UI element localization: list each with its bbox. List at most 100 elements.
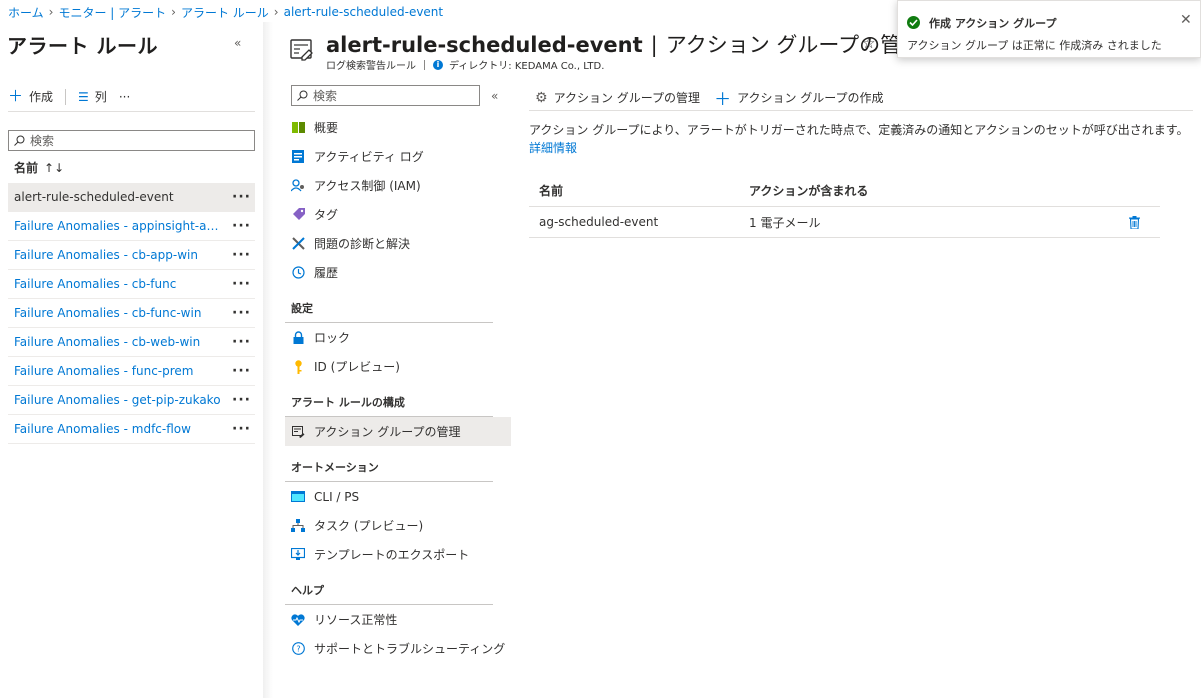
menu-item-identity[interactable]: ID (プレビュー) [285,352,511,381]
header-name: 名前 [539,183,564,198]
resource-health-icon [291,613,305,627]
menu-item-label: タスク (プレビュー) [314,519,424,533]
export-template-icon [291,548,305,562]
search-icon [14,135,25,146]
close-icon[interactable]: ✕ [1180,13,1192,27]
menu-item-label: アクセス制御 (IAM) [314,179,421,193]
breadcrumb-alert-rules[interactable]: アラート ルール [181,4,269,21]
menu-item-support[interactable]: ? サポートとトラブルシューティング [285,634,511,663]
menu-item-iam[interactable]: アクセス制御 (IAM) [285,171,511,200]
menu-item-overview[interactable]: 概要 [285,113,511,142]
action-groups-table: 名前 アクションが含まれる ag-scheduled-event 1 電子メール [529,174,1160,238]
alert-rules-list: alert-rule-scheduled-event ··· Failure A… [8,183,255,444]
manage-action-groups-button[interactable]: ⚙ アクション グループの管理 [535,89,700,106]
iam-icon [291,179,305,193]
menu-item-history[interactable]: 履歴 [285,258,511,287]
columns-button[interactable]: ☰ 列 [78,88,107,105]
chevron-right-icon: › [171,5,176,19]
more-icon[interactable]: ··· [232,392,251,408]
alert-rule-name: Failure Anomalies - appinsight-app··· [14,219,224,233]
list-item[interactable]: Failure Anomalies - appinsight-app··· ··… [8,212,255,241]
more-icon[interactable]: ··· [232,218,251,234]
menu-item-label: タグ [314,208,339,222]
more-icon: ··· [118,89,131,104]
list-item[interactable]: Failure Anomalies - cb-web-win ··· [8,328,255,357]
alert-rule-name: Failure Anomalies - cb-web-win [14,335,201,349]
collapse-icon[interactable]: « [491,89,498,103]
alert-rule-name: Failure Anomalies - mdfc-flow [14,422,191,436]
menu-item-label: 履歴 [314,266,339,280]
more-icon[interactable]: ··· [232,363,251,379]
columns-icon: ☰ [78,89,89,104]
meta-divider [424,59,425,70]
plus-icon: ＋ [8,87,24,105]
page-title-section: アクション グループの管理 [665,33,923,57]
menu-item-cli-ps[interactable]: CLI / PS [285,482,511,511]
list-item[interactable]: Failure Anomalies - get-pip-zukako ··· [8,386,255,415]
manage-action-groups-label: アクション グループの管理 [553,91,701,105]
action-group-name: ag-scheduled-event [539,215,659,229]
name-sort-header[interactable]: 名前 ↑↓ [14,159,64,176]
plus-icon: ＋ [714,90,732,110]
more-icon[interactable]: ··· [232,247,251,263]
trash-icon [1129,215,1140,229]
breadcrumb-current-rule[interactable]: alert-rule-scheduled-event [284,5,444,19]
action-group-actions: 1 電子メール [749,215,821,230]
menu-item-locks[interactable]: ロック [285,323,511,352]
more-icon[interactable]: ··· [232,276,251,292]
menu-item-tasks[interactable]: タスク (プレビュー) [285,511,511,540]
list-item[interactable]: Failure Anomalies - func-prem ··· [8,357,255,386]
menu-item-label: ID (プレビュー) [314,360,400,374]
menu-item-activity-log[interactable]: アクティビティ ログ [285,142,511,171]
learn-more-link[interactable]: 詳細情報 [529,141,577,155]
columns-button-label: 列 [94,90,107,104]
description-text: アクション グループにより、アラートがトリガーされた時点で、定義済みの通知とアク… [529,123,1189,137]
tasks-icon [291,519,305,533]
more-icon[interactable]: ··· [232,334,251,350]
menu-section-alert-rule-config: アラート ルールの構成 [285,381,493,417]
diagnose-icon [291,237,305,251]
list-item[interactable]: Failure Anomalies - cb-app-win ··· [8,241,255,270]
list-item[interactable]: alert-rule-scheduled-event ··· [8,183,255,212]
create-action-group-button[interactable]: ＋ アクション グループの作成 [714,85,884,110]
menu-item-diagnose[interactable]: 問題の診断と解決 [285,229,511,258]
alert-rule-name: Failure Anomalies - cb-func-win [14,306,202,320]
menu-search-input[interactable] [313,88,463,103]
menu-section-help: ヘルプ [285,569,493,605]
alert-rules-search[interactable] [8,130,255,151]
menu-item-export-template[interactable]: テンプレートのエクスポート [285,540,511,569]
menu-item-tags[interactable]: タグ [285,200,511,229]
lock-icon [291,331,305,345]
sort-icon: ↑↓ [44,160,65,175]
chevron-right-icon: › [273,5,279,19]
menu-section-automation: オートメーション [285,446,493,482]
menu-search[interactable] [291,85,480,106]
alert-rule-name: Failure Anomalies - cb-app-win [14,248,198,262]
alert-rules-title: アラート ルール [7,34,158,58]
favorite-star-icon[interactable]: ☆ [862,34,875,52]
collapse-icon[interactable]: « [234,36,241,50]
activity-log-icon [291,150,305,164]
breadcrumb-monitor-alerts[interactable]: モニター | アラート [58,4,166,21]
menu-item-label: CLI / PS [314,489,360,504]
key-icon [291,359,305,374]
more-actions-button[interactable]: ··· [119,90,130,104]
more-icon[interactable]: ··· [232,189,251,205]
delete-button[interactable] [1109,215,1160,229]
list-item[interactable]: Failure Anomalies - mdfc-flow ··· [8,415,255,444]
list-item[interactable]: Failure Anomalies - cb-func ··· [8,270,255,299]
more-icon[interactable]: ··· [232,305,251,321]
menu-item-label: サポートとトラブルシューティング [314,642,506,656]
breadcrumb-home[interactable]: ホーム [8,4,44,21]
page-title: alert-rule-scheduled-event | アクション グループの… [326,29,922,59]
create-button-label: 作成 [29,90,54,104]
create-button[interactable]: ＋ 作成 [8,88,53,105]
search-input[interactable] [30,133,230,148]
blade-divider-shadow [263,22,273,698]
menu-list: 概要 アクティビティ ログ アクセス制御 (IAM) タグ 問題の診断と解決 履… [285,113,511,663]
list-item[interactable]: Failure Anomalies - cb-func-win ··· [8,299,255,328]
menu-item-label: アクティビティ ログ [314,150,424,164]
menu-item-manage-action-groups[interactable]: アクション グループの管理 [285,417,511,446]
more-icon[interactable]: ··· [232,421,251,437]
menu-item-resource-health[interactable]: リソース正常性 [285,605,511,634]
